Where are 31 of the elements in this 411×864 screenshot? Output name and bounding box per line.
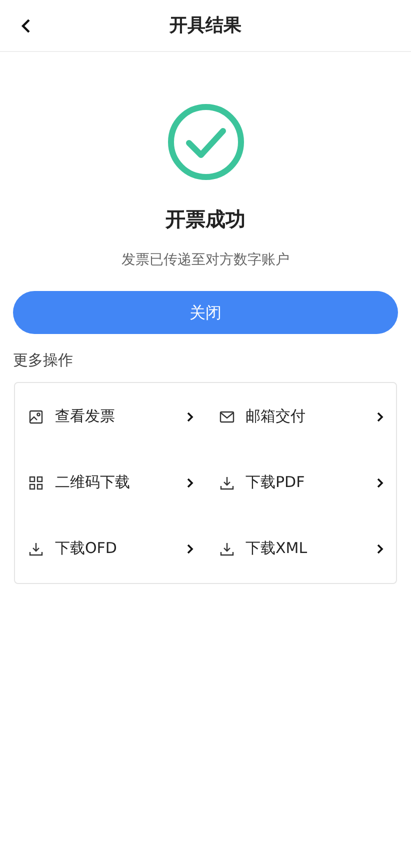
action-item[interactable]: 邮箱交付 xyxy=(206,384,396,450)
action-label: 下载OFD xyxy=(55,538,118,560)
close-button[interactable]: 关闭 xyxy=(13,291,398,334)
chevron-right-icon xyxy=(186,476,194,488)
action-item[interactable]: 下载XML xyxy=(206,516,396,582)
result-title: 开票成功 xyxy=(166,206,246,233)
action-item[interactable]: 下载OFD xyxy=(15,516,206,582)
chevron-right-icon xyxy=(376,476,384,488)
chevron-right-icon xyxy=(186,410,194,422)
section-title: 更多操作 xyxy=(13,350,74,371)
action-label: 二维码下载 xyxy=(55,472,131,494)
action-label: 下载XML xyxy=(246,538,308,560)
success-check-icon xyxy=(166,103,244,181)
qr-code-icon xyxy=(28,474,44,490)
chevron-right-icon xyxy=(376,410,384,422)
mail-icon xyxy=(218,408,234,424)
action-item[interactable]: 二维码下载 xyxy=(15,450,206,516)
download-icon xyxy=(28,540,44,556)
action-label: 邮箱交付 xyxy=(246,406,306,428)
download-icon xyxy=(218,540,234,556)
chevron-right-icon xyxy=(376,542,384,554)
back-icon xyxy=(19,18,33,34)
result-message: 发票已传递至对方数字账户 xyxy=(122,251,290,270)
action-label: 下载PDF xyxy=(246,472,306,494)
action-label: 查看发票 xyxy=(55,406,116,428)
image-icon xyxy=(28,408,44,424)
download-icon xyxy=(218,474,234,490)
chevron-right-icon xyxy=(186,542,194,554)
page-title: 开具结果 xyxy=(170,14,242,38)
action-item[interactable]: 下载PDF xyxy=(206,450,396,516)
action-item[interactable]: 查看发票 xyxy=(15,384,206,450)
